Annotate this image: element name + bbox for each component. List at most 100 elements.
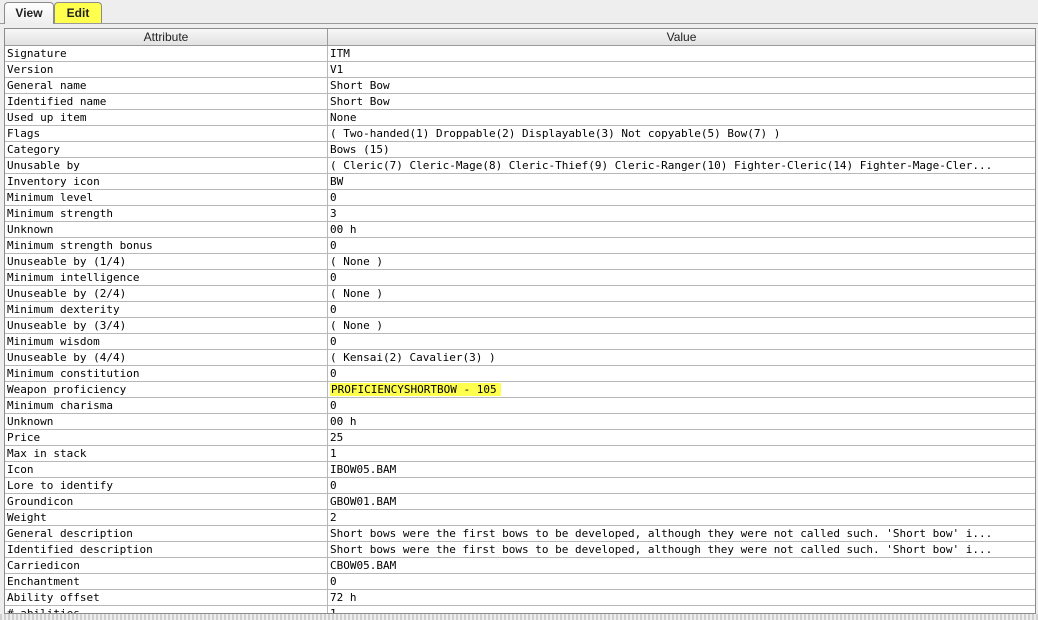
attribute-cell[interactable]: Ability offset xyxy=(5,590,328,605)
tab-edit[interactable]: Edit xyxy=(54,2,102,24)
value-cell[interactable]: 0 xyxy=(328,334,1034,349)
table-row[interactable]: Minimum strength 3 xyxy=(5,206,1035,222)
table-row[interactable]: Groundicon GBOW01.BAM xyxy=(5,494,1035,510)
table-row[interactable]: Identified name Short Bow xyxy=(5,94,1035,110)
value-cell[interactable]: None xyxy=(328,110,1034,125)
value-cell[interactable]: Short bows were the first bows to be dev… xyxy=(328,526,1034,541)
attribute-cell[interactable]: Weapon proficiency xyxy=(5,382,328,397)
column-header-value[interactable]: Value xyxy=(328,29,1035,45)
attribute-cell[interactable]: Minimum charisma xyxy=(5,398,328,413)
value-cell[interactable]: 0 xyxy=(328,302,1034,317)
attribute-cell[interactable]: Minimum level xyxy=(5,190,328,205)
value-cell[interactable]: ( None ) xyxy=(328,254,1034,269)
table-row[interactable]: Price 25 xyxy=(5,430,1035,446)
resize-handle[interactable] xyxy=(0,614,1038,620)
value-cell[interactable]: Short Bow xyxy=(328,78,1034,93)
attribute-cell[interactable]: # abilities xyxy=(5,606,328,613)
table-row[interactable]: Minimum constitution 0 xyxy=(5,366,1035,382)
value-cell[interactable]: IBOW05.BAM xyxy=(328,462,1034,477)
value-cell[interactable]: PROFICIENCYSHORTBOW - 105 xyxy=(328,382,1034,397)
table-row[interactable]: Unuseable by (2/4)( None ) xyxy=(5,286,1035,302)
value-cell[interactable]: 2 xyxy=(328,510,1034,525)
attribute-cell[interactable]: General description xyxy=(5,526,328,541)
attribute-cell[interactable]: Minimum strength bonus xyxy=(5,238,328,253)
attribute-cell[interactable]: Carriedicon xyxy=(5,558,328,573)
table-row[interactable]: General description Short bows were the f… xyxy=(5,526,1035,542)
table-row[interactable]: Category Bows (15) xyxy=(5,142,1035,158)
value-cell[interactable]: 25 xyxy=(328,430,1034,445)
attribute-cell[interactable]: Unuseable by (3/4) xyxy=(5,318,328,333)
value-cell[interactable]: 0 xyxy=(328,398,1034,413)
value-cell[interactable]: 0 xyxy=(328,574,1034,589)
table-row[interactable]: Ability offset 72 h xyxy=(5,590,1035,606)
value-cell[interactable]: 0 xyxy=(328,238,1034,253)
attribute-cell[interactable]: Minimum wisdom xyxy=(5,334,328,349)
table-row[interactable]: Lore to identify 0 xyxy=(5,478,1035,494)
table-row[interactable]: Enchantment 0 xyxy=(5,574,1035,590)
value-cell[interactable]: 0 xyxy=(328,366,1034,381)
attribute-cell[interactable]: Unknown xyxy=(5,414,328,429)
value-cell[interactable]: ( Two-handed(1) Droppable(2) Displayable… xyxy=(328,126,1034,141)
table-row[interactable]: Weight 2 xyxy=(5,510,1035,526)
table-row[interactable]: Unuseable by (1/4)( None ) xyxy=(5,254,1035,270)
value-cell[interactable]: 0 xyxy=(328,190,1034,205)
table-row[interactable]: Flags( Two-handed(1) Droppable(2) Displa… xyxy=(5,126,1035,142)
value-cell[interactable]: 0 xyxy=(328,478,1034,493)
table-row[interactable]: Identified description Short bows were th… xyxy=(5,542,1035,558)
attribute-cell[interactable]: Minimum strength xyxy=(5,206,328,221)
table-row[interactable]: Inventory icon BW xyxy=(5,174,1035,190)
value-cell[interactable]: ( Kensai(2) Cavalier(3) ) xyxy=(328,350,1034,365)
table-row[interactable]: Used up item None xyxy=(5,110,1035,126)
attribute-cell[interactable]: Flags xyxy=(5,126,328,141)
value-cell[interactable]: 72 h xyxy=(328,590,1034,605)
attribute-cell[interactable]: Icon xyxy=(5,462,328,477)
table-row[interactable]: Version V1 xyxy=(5,62,1035,78)
attribute-cell[interactable]: Unuseable by (4/4) xyxy=(5,350,328,365)
table-row[interactable]: Minimum wisdom 0 xyxy=(5,334,1035,350)
table-row[interactable]: Minimum intelligence 0 xyxy=(5,270,1035,286)
value-cell[interactable]: ITM xyxy=(328,46,1034,61)
table-row[interactable]: Minimum level 0 xyxy=(5,190,1035,206)
value-cell[interactable]: Bows (15) xyxy=(328,142,1034,157)
table-row[interactable]: Weapon proficiency PROFICIENCYSHORTBOW - … xyxy=(5,382,1035,398)
attribute-cell[interactable]: Minimum intelligence xyxy=(5,270,328,285)
value-cell[interactable]: ( Cleric(7) Cleric-Mage(8) Cleric-Thief(… xyxy=(328,158,1034,173)
table-row[interactable]: Unknown 00 h xyxy=(5,222,1035,238)
attribute-cell[interactable]: General name xyxy=(5,78,328,93)
table-row[interactable]: Carriedicon CBOW05.BAM xyxy=(5,558,1035,574)
value-cell[interactable]: V1 xyxy=(328,62,1034,77)
value-cell[interactable]: ( None ) xyxy=(328,318,1034,333)
table-row[interactable]: Minimum strength bonus 0 xyxy=(5,238,1035,254)
table-row[interactable]: Unuseable by (3/4)( None ) xyxy=(5,318,1035,334)
value-cell[interactable]: BW xyxy=(328,174,1034,189)
table-row[interactable]: Max in stack 1 xyxy=(5,446,1035,462)
table-row[interactable]: Unusable by( Cleric(7) Cleric-Mage(8) Cl… xyxy=(5,158,1035,174)
value-cell[interactable]: 00 h xyxy=(328,414,1034,429)
attribute-cell[interactable]: Lore to identify xyxy=(5,478,328,493)
attribute-cell[interactable]: Groundicon xyxy=(5,494,328,509)
attribute-cell[interactable]: Max in stack xyxy=(5,446,328,461)
value-cell[interactable]: Short bows were the first bows to be dev… xyxy=(328,542,1034,557)
attribute-cell[interactable]: Identified name xyxy=(5,94,328,109)
attribute-cell[interactable]: Signature xyxy=(5,46,328,61)
attribute-cell[interactable]: Unknown xyxy=(5,222,328,237)
value-cell[interactable]: ( None ) xyxy=(328,286,1034,301)
attribute-cell[interactable]: Weight xyxy=(5,510,328,525)
value-cell[interactable]: 3 xyxy=(328,206,1034,221)
table-row[interactable]: Minimum dexterity 0 xyxy=(5,302,1035,318)
table-row[interactable]: Icon IBOW05.BAM xyxy=(5,462,1035,478)
attribute-cell[interactable]: Price xyxy=(5,430,328,445)
attribute-cell[interactable]: Used up item xyxy=(5,110,328,125)
value-cell[interactable]: 0 xyxy=(328,270,1034,285)
value-cell[interactable]: Short Bow xyxy=(328,94,1034,109)
value-cell[interactable]: 00 h xyxy=(328,222,1034,237)
value-cell[interactable]: GBOW01.BAM xyxy=(328,494,1034,509)
table-row[interactable]: Unknown 00 h xyxy=(5,414,1035,430)
attribute-cell[interactable]: Category xyxy=(5,142,328,157)
attribute-cell[interactable]: Enchantment xyxy=(5,574,328,589)
attribute-cell[interactable]: Inventory icon xyxy=(5,174,328,189)
table-row[interactable]: # abilities 1 xyxy=(5,606,1035,613)
attribute-cell[interactable]: Unuseable by (1/4) xyxy=(5,254,328,269)
attribute-cell[interactable]: Minimum dexterity xyxy=(5,302,328,317)
column-header-attribute[interactable]: Attribute xyxy=(5,29,328,45)
